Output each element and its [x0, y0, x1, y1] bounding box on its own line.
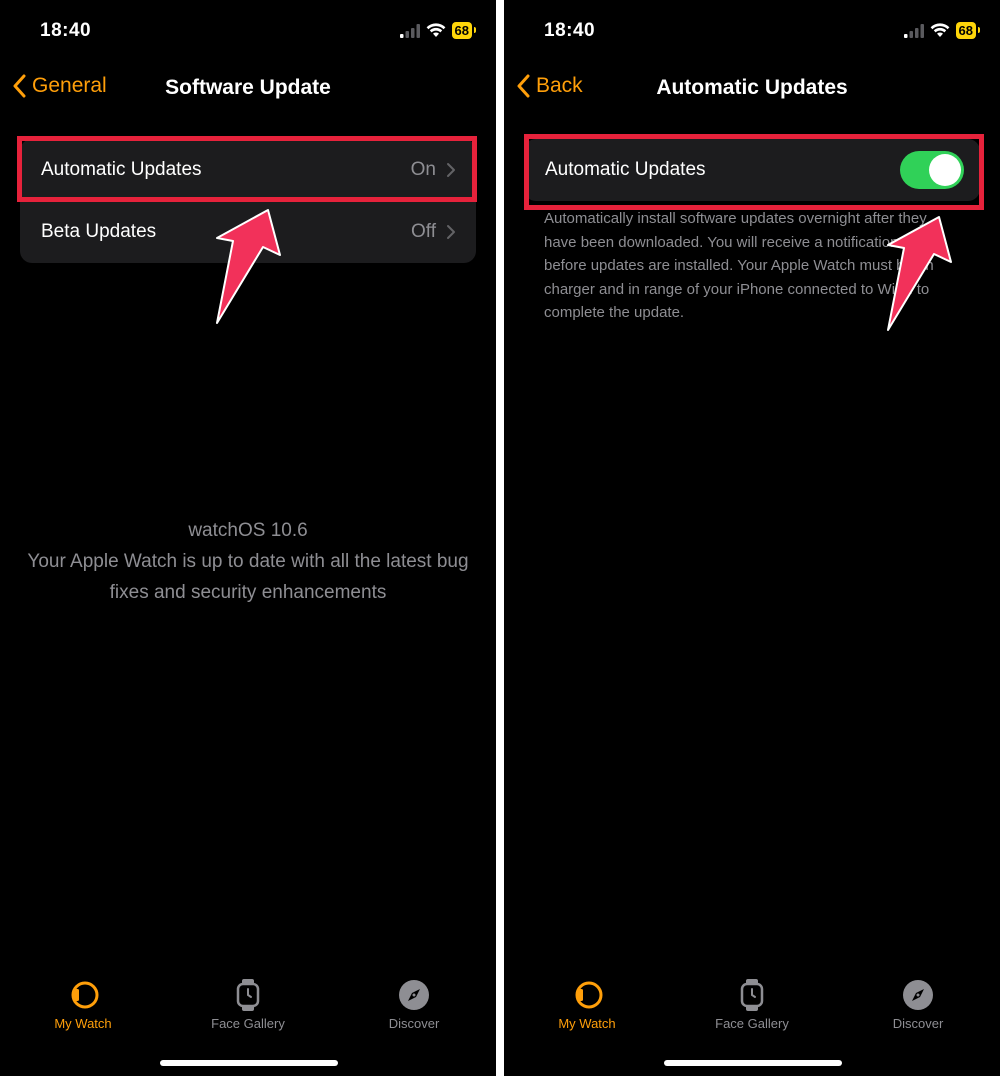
update-status-line-2: fixes and security enhancements — [109, 582, 387, 603]
row-value: Off — [411, 221, 436, 242]
tab-face-gallery[interactable]: Face Gallery — [193, 978, 303, 1031]
face-gallery-icon — [236, 979, 260, 1011]
pointer-arrow-icon — [216, 209, 281, 324]
tab-bar: My Watch Face Gallery Discover — [504, 978, 1000, 1038]
my-watch-icon — [575, 981, 603, 1009]
home-indicator[interactable] — [160, 1060, 338, 1066]
tab-label: My Watch — [558, 1016, 616, 1031]
battery-level: 68 — [451, 22, 477, 39]
status-icons: 68 — [399, 22, 477, 39]
highlight-box — [17, 136, 477, 202]
status-icons: 68 — [903, 22, 981, 39]
cellular-signal-icon — [399, 23, 420, 38]
phone-screen-software-update: 18:40 68 General Software Update Automat… — [0, 0, 496, 1076]
status-time: 18:40 — [544, 20, 596, 41]
wifi-icon — [930, 23, 949, 37]
wifi-icon — [426, 23, 445, 37]
my-watch-icon — [71, 981, 99, 1009]
compass-icon — [903, 980, 933, 1010]
tab-label: Face Gallery — [715, 1016, 789, 1031]
compass-icon — [399, 980, 429, 1010]
highlight-box — [524, 134, 984, 210]
chevron-right-icon — [447, 225, 455, 239]
home-indicator[interactable] — [664, 1060, 842, 1066]
tab-my-watch[interactable]: My Watch — [28, 978, 138, 1031]
tab-label: Face Gallery — [211, 1016, 285, 1031]
battery-level: 68 — [955, 22, 981, 39]
cellular-signal-icon — [903, 23, 924, 38]
tab-my-watch[interactable]: My Watch — [532, 978, 642, 1031]
tab-discover[interactable]: Discover — [359, 978, 469, 1031]
status-time: 18:40 — [40, 20, 92, 41]
tab-face-gallery[interactable]: Face Gallery — [697, 978, 807, 1031]
update-status-info: watchOS 10.6 Your Apple Watch is up to d… — [0, 515, 496, 608]
page-title: Automatic Updates — [656, 76, 848, 99]
tab-discover[interactable]: Discover — [863, 978, 973, 1031]
tab-bar: My Watch Face Gallery Discover — [0, 978, 496, 1038]
tab-label: Discover — [388, 1016, 440, 1031]
watchos-version: watchOS 10.6 — [188, 520, 308, 541]
tab-label: Discover — [892, 1016, 944, 1031]
phone-screen-automatic-updates: 18:40 68 Back Automatic Updates Automati… — [504, 0, 1000, 1076]
update-status-line-1: Your Apple Watch is up to date with all … — [27, 551, 469, 572]
pointer-arrow-icon — [887, 216, 952, 331]
tab-label: My Watch — [54, 1016, 112, 1031]
page-title: Software Update — [165, 76, 331, 99]
face-gallery-icon — [740, 979, 764, 1011]
